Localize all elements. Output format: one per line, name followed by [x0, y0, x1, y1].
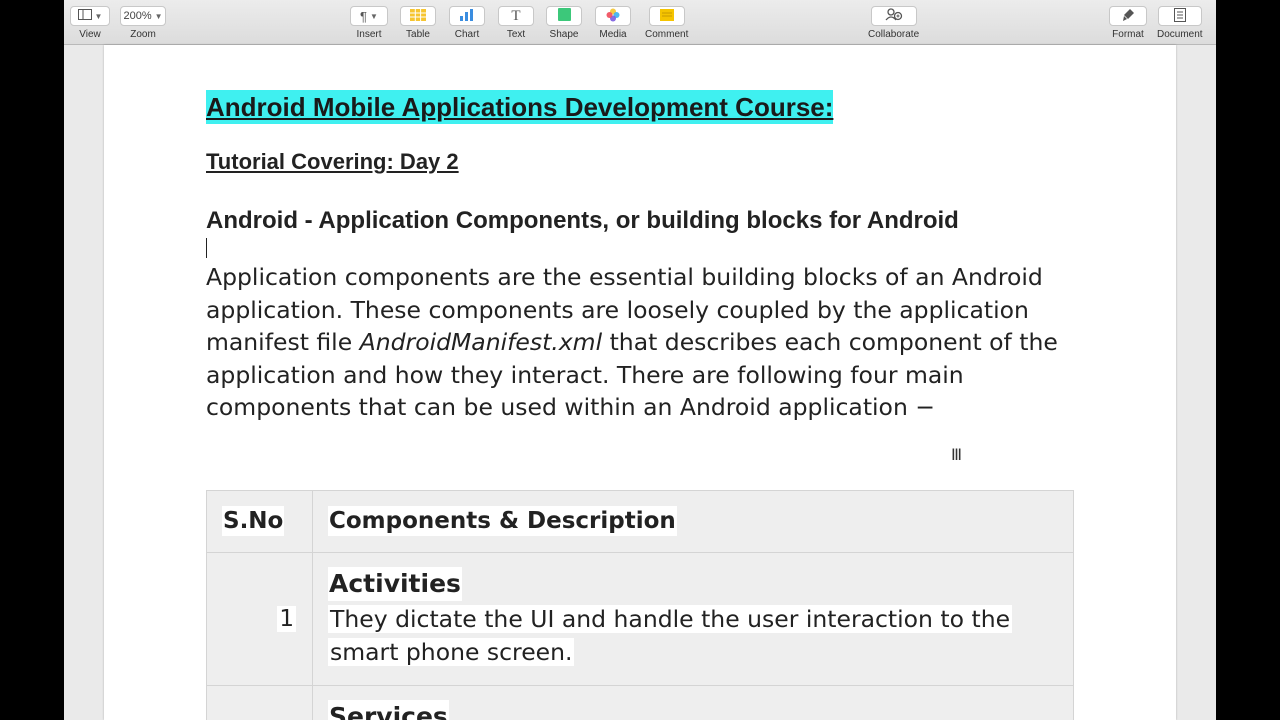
component-title: Services	[328, 700, 449, 720]
document-title[interactable]: Android Mobile Applications Development …	[206, 90, 834, 124]
chevron-down-icon: ▼	[370, 11, 378, 21]
component-description: They dictate the UI and handle the user …	[328, 603, 1073, 668]
table-button[interactable]	[400, 6, 436, 26]
format-label: Format	[1112, 29, 1144, 40]
comment-icon	[659, 8, 674, 24]
pages-window: ▼ View 200% ▼ Zoom ¶ ▼ Insert Table Char…	[64, 0, 1216, 720]
ibeam-cursor-icon: Ⅲ	[951, 445, 963, 464]
components-table[interactable]: S.No Components & Description 1 Activiti…	[206, 490, 1074, 720]
text-insertion-caret	[206, 238, 207, 258]
bar-chart-icon	[459, 8, 475, 24]
paintbrush-icon	[1121, 8, 1135, 25]
table-row: 1 Activities They dictate the UI and han…	[206, 552, 1074, 686]
table-label: Table	[406, 29, 430, 40]
collaborate-label: Collaborate	[868, 29, 920, 40]
sidebar-icon	[77, 9, 92, 23]
shape-label: Shape	[549, 29, 579, 40]
toolbar: ▼ View 200% ▼ Zoom ¶ ▼ Insert Table Char…	[64, 0, 1216, 45]
row-number-cell[interactable]: 1	[206, 552, 313, 686]
document-label: Document	[1157, 29, 1203, 40]
row-content-cell[interactable]: Activities They dictate the UI and handl…	[312, 552, 1074, 686]
table-control[interactable]: Table	[400, 6, 436, 40]
chart-label: Chart	[454, 29, 480, 40]
section-heading[interactable]: Android - Application Components, or bui…	[206, 206, 959, 236]
document-subtitle[interactable]: Tutorial Covering: Day 2	[206, 148, 459, 176]
comment-button[interactable]	[648, 6, 685, 26]
zoom-select[interactable]: 200% ▼	[120, 6, 166, 26]
format-control[interactable]: Format	[1109, 6, 1147, 40]
document-canvas[interactable]: Android Mobile Applications Development …	[64, 45, 1216, 720]
view-label: View	[79, 29, 101, 40]
text-box-icon: T	[511, 7, 521, 24]
media-label: Media	[599, 29, 627, 40]
insert-control[interactable]: ¶ ▼ Insert	[350, 6, 388, 40]
table-icon	[410, 8, 426, 24]
chevron-down-icon: ▼	[154, 11, 163, 21]
document-page[interactable]: Android Mobile Applications Development …	[104, 45, 1176, 720]
chevron-down-icon: ▼	[94, 11, 103, 21]
body-paragraph[interactable]: Application components are the essential…	[206, 261, 1106, 424]
document-icon	[1173, 7, 1186, 25]
shape-button[interactable]	[546, 6, 582, 26]
insert-label: Insert	[356, 29, 382, 40]
shape-control[interactable]: Shape	[546, 6, 582, 40]
collaborate-control[interactable]: Collaborate	[868, 6, 919, 40]
insert-button[interactable]: ¶ ▼	[350, 6, 388, 26]
document-button[interactable]	[1157, 6, 1202, 26]
paragraph-icon: ¶	[360, 8, 368, 24]
shape-icon	[557, 8, 571, 24]
view-control[interactable]: ▼ View	[70, 6, 110, 40]
row-number-cell[interactable]	[206, 685, 313, 720]
media-button[interactable]	[595, 6, 631, 26]
zoom-control[interactable]: 200% ▼ Zoom	[120, 6, 166, 40]
media-control[interactable]: Media	[595, 6, 631, 40]
collaborate-button[interactable]	[870, 6, 917, 26]
header-components: Components & Description	[328, 506, 677, 536]
row-number: 1	[277, 606, 296, 632]
component-title: Activities	[328, 567, 462, 601]
photos-icon	[606, 8, 620, 25]
text-label: Text	[506, 29, 526, 40]
text-button[interactable]: T	[498, 6, 534, 26]
comment-label: Comment	[645, 29, 689, 40]
zoom-value: 200%	[123, 10, 152, 22]
comment-control[interactable]: Comment	[645, 6, 688, 40]
zoom-label: Zoom	[130, 29, 156, 40]
document-control[interactable]: Document	[1157, 6, 1203, 40]
chart-control[interactable]: Chart	[449, 6, 485, 40]
component-description-text: They dictate the UI and handle the user …	[328, 605, 1013, 666]
row-content-cell[interactable]: Services	[312, 685, 1074, 720]
table-header-row: S.No Components & Description	[206, 490, 1074, 553]
table-row: Services	[206, 685, 1074, 720]
header-cell-sno[interactable]: S.No	[206, 490, 313, 553]
text-control[interactable]: T Text	[498, 6, 534, 40]
view-button[interactable]: ▼	[70, 6, 110, 26]
header-cell-components[interactable]: Components & Description	[312, 490, 1074, 553]
collaborate-icon	[885, 8, 903, 24]
manifest-filename: AndroidManifest.xml	[359, 328, 603, 356]
format-button[interactable]	[1109, 6, 1147, 26]
header-sno: S.No	[222, 506, 285, 536]
chart-button[interactable]	[449, 6, 485, 26]
